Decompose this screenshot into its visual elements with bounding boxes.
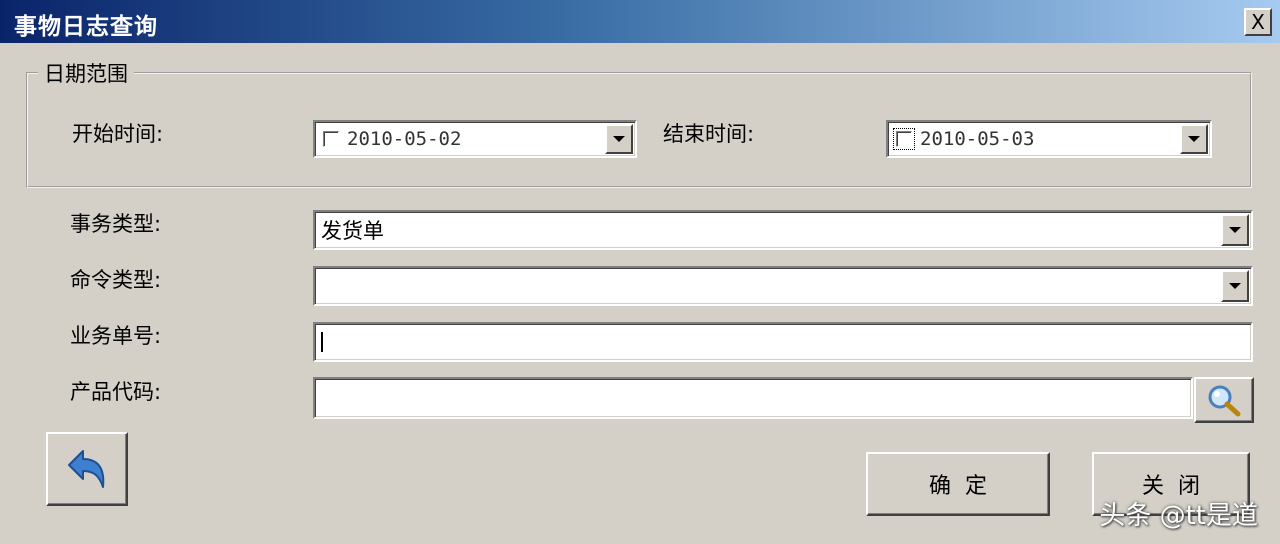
end-date-checkbox[interactable] [893,128,915,150]
end-date-picker[interactable]: 2010-05-03 [886,120,1212,158]
transaction-type-select[interactable]: 发货单 [313,210,1253,250]
text-cursor [321,332,323,352]
start-date-picker[interactable]: 2010-05-02 [313,120,637,158]
product-search-button[interactable] [1194,377,1254,423]
command-type-select[interactable] [313,266,1253,306]
start-date-value: 2010-05-02 [347,128,462,150]
business-number-label: 业务单号: [70,324,162,348]
confirm-button-label: 确定 [928,474,1001,499]
back-arrow-icon [68,450,105,488]
dropdown-arrow-icon [613,136,625,142]
close-icon: X [1251,10,1265,34]
confirm-button[interactable]: 确定 [866,452,1050,516]
business-number-input[interactable] [313,322,1253,362]
magnifier-icon [1208,385,1241,417]
dropdown-arrow-icon [1229,283,1241,289]
command-type-dropdown-button[interactable] [1221,270,1249,302]
close-window-button[interactable]: X [1244,8,1272,36]
dropdown-arrow-icon [1229,227,1241,233]
start-time-label: 开始时间: [72,122,164,146]
title-bar: 事物日志查询 X [0,0,1280,43]
product-code-input[interactable] [313,377,1193,419]
transaction-type-dropdown-button[interactable] [1221,214,1249,246]
end-date-value: 2010-05-03 [920,128,1035,150]
window-title: 事物日志查询 [14,14,158,40]
product-code-label: 产品代码: [70,380,162,404]
dropdown-arrow-icon [1188,136,1200,142]
start-date-checkbox[interactable] [323,131,339,147]
transaction-type-label: 事务类型: [70,212,162,236]
transaction-type-value: 发货单 [321,219,384,243]
command-type-label: 命令类型: [70,268,162,292]
end-time-label: 结束时间: [663,122,755,146]
watermark: 头条 @tt是道 [1099,501,1258,531]
date-range-legend: 日期范围 [38,58,134,88]
start-date-dropdown-button[interactable] [605,124,633,154]
end-date-dropdown-button[interactable] [1180,124,1208,154]
back-button[interactable] [46,432,128,506]
